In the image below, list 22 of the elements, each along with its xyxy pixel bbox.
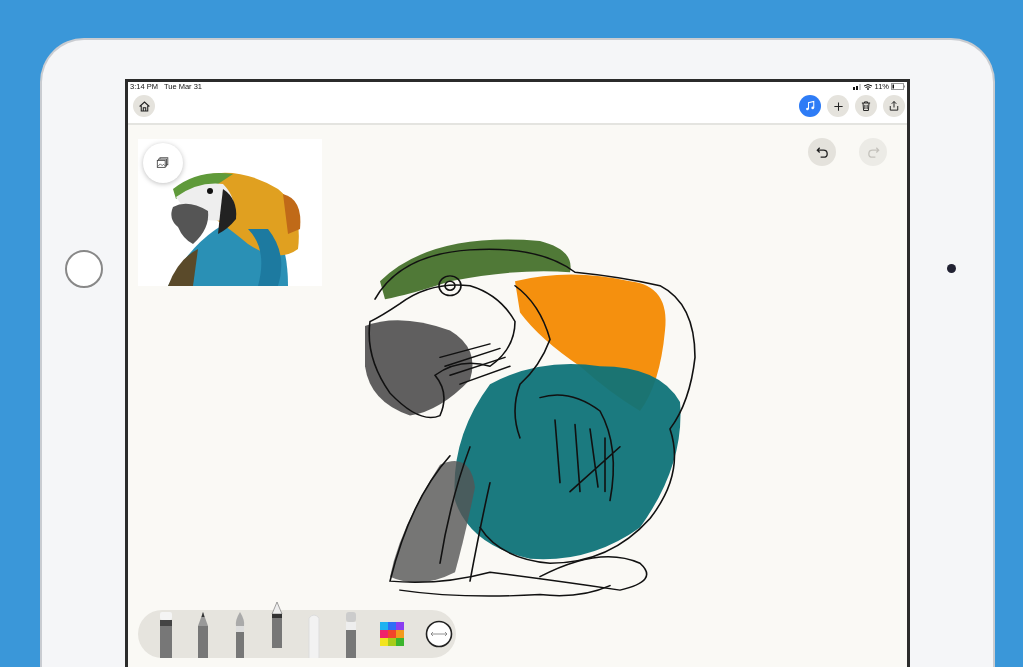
add-button[interactable] xyxy=(827,95,849,117)
battery-icon xyxy=(891,83,905,90)
color-palette-button[interactable] xyxy=(380,622,404,646)
pencil-tool[interactable] xyxy=(195,612,211,658)
stroke-size-button[interactable] xyxy=(425,620,453,648)
pen-tool[interactable] xyxy=(269,602,285,648)
home-icon-button[interactable] xyxy=(133,95,155,117)
marker-tool[interactable] xyxy=(158,612,174,658)
home-icon xyxy=(137,99,151,113)
music-button[interactable] xyxy=(799,95,821,117)
signal-icon xyxy=(852,83,873,90)
music-note-icon xyxy=(804,100,816,112)
watercolor-tool[interactable] xyxy=(343,612,359,658)
undo-button[interactable] xyxy=(808,138,836,166)
trash-icon xyxy=(860,100,872,112)
plus-icon xyxy=(832,100,844,112)
trash-button[interactable] xyxy=(855,95,877,117)
camera-dot xyxy=(947,264,956,273)
photos-icon xyxy=(156,156,170,170)
home-button[interactable] xyxy=(64,249,103,288)
share-button[interactable] xyxy=(883,95,905,117)
share-icon xyxy=(888,100,900,112)
